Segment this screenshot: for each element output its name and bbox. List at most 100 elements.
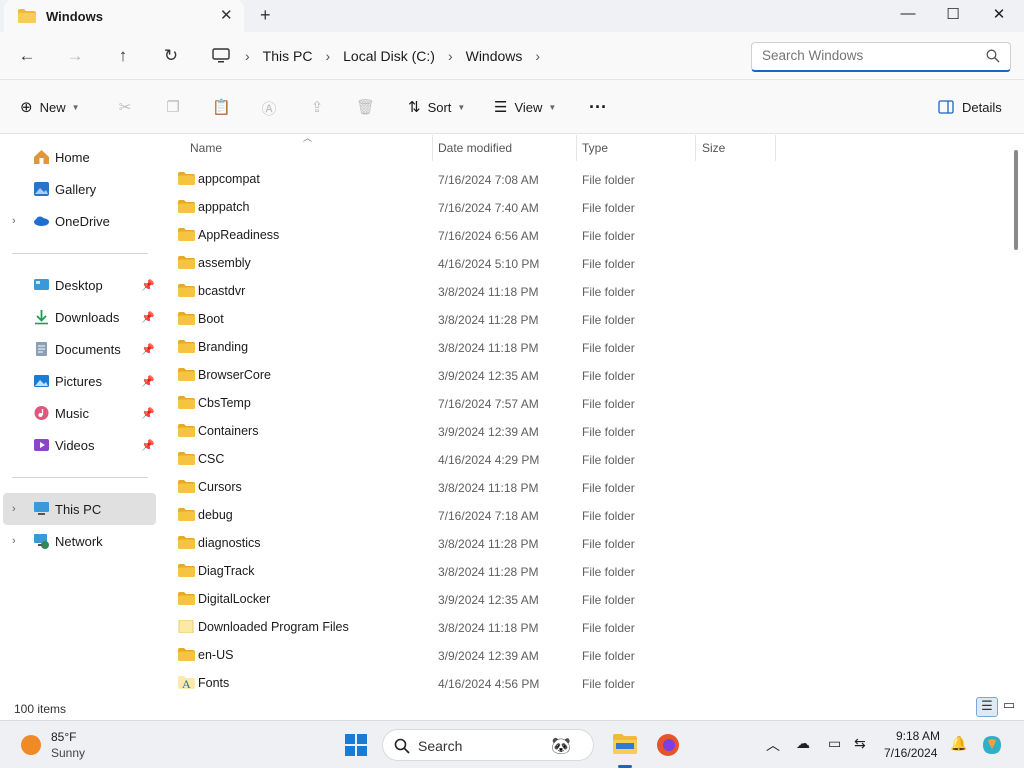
pin-icon[interactable]: 📌 — [141, 343, 155, 356]
table-row[interactable]: CbsTemp 7/16/2024 7:57 AM File folder — [172, 389, 762, 417]
pin-icon[interactable]: 📌 — [141, 407, 155, 420]
file-type: File folder — [582, 481, 635, 495]
pin-icon[interactable]: 📌 — [141, 439, 155, 452]
back-button[interactable]: ← — [16, 46, 38, 68]
delete-icon[interactable]: 🗑 — [356, 98, 375, 116]
share-icon[interactable]: ⇪ — [308, 98, 326, 116]
sidebar-item-videos[interactable]: Videos 📌 — [0, 429, 156, 461]
start-button-icon[interactable] — [344, 733, 368, 757]
table-row[interactable]: BrowserCore 3/9/2024 12:35 AM File folder — [172, 361, 762, 389]
table-row[interactable]: appcompat 7/16/2024 7:08 AM File folder — [172, 165, 762, 193]
tiles-view-button[interactable]: ▭ — [998, 697, 1020, 717]
column-name[interactable]: Name — [190, 141, 222, 155]
sidebar-item-home[interactable]: Home — [0, 141, 156, 173]
table-row[interactable]: bcastdvr 3/8/2024 11:18 PM File folder — [172, 277, 762, 305]
this-pc-icon[interactable] — [212, 48, 230, 64]
table-row[interactable]: en-US 3/9/2024 12:39 AM File folder — [172, 641, 762, 669]
sidebar-item-documents[interactable]: Documents 📌 — [0, 333, 156, 365]
chevron-right-icon[interactable]: › — [325, 48, 330, 64]
table-row[interactable]: A Fonts 4/16/2024 4:56 PM File folder — [172, 669, 762, 697]
details-pane-icon — [938, 100, 954, 114]
chevron-right-icon[interactable]: › — [12, 215, 16, 227]
new-button[interactable]: ⊕ New ▼ — [20, 96, 80, 118]
chevron-right-icon[interactable]: › — [12, 535, 16, 547]
cut-icon[interactable]: ✂ — [116, 98, 134, 116]
breadcrumb-this-pc[interactable]: This PC — [263, 48, 313, 64]
rename-icon[interactable]: Ⓐ — [260, 98, 278, 118]
search-input[interactable] — [762, 48, 982, 63]
column-size[interactable]: Size — [702, 141, 725, 155]
breadcrumb-local-disk[interactable]: Local Disk (C:) — [343, 48, 435, 64]
tab-close-icon[interactable]: ✕ — [220, 6, 233, 24]
breadcrumb-windows[interactable]: Windows — [466, 48, 523, 64]
new-tab-button[interactable]: + — [260, 5, 271, 26]
column-divider[interactable] — [576, 135, 577, 161]
table-row[interactable]: Boot 3/8/2024 11:28 PM File folder — [172, 305, 762, 333]
table-row[interactable]: CSC 4/16/2024 4:29 PM File folder — [172, 445, 762, 473]
copy-icon[interactable]: ❐ — [164, 98, 182, 116]
refresh-button[interactable]: ↻ — [160, 46, 182, 68]
chevron-right-icon[interactable]: › — [535, 48, 540, 64]
sidebar-item-onedrive[interactable]: › OneDrive — [0, 205, 156, 237]
paste-icon[interactable]: 📋 — [212, 98, 231, 116]
address-bar: ← → ↑ ↻ › This PC › Local Disk (C:) › Wi… — [0, 32, 1024, 80]
column-type[interactable]: Type — [582, 141, 608, 155]
pin-icon[interactable]: 📌 — [141, 279, 155, 292]
table-row[interactable]: Downloaded Program Files 3/8/2024 11:18 P… — [172, 613, 762, 641]
file-date-modified: 3/9/2024 12:35 AM — [438, 593, 539, 607]
table-row[interactable]: apppatch 7/16/2024 7:40 AM File folder — [172, 193, 762, 221]
gallery-icon — [34, 182, 49, 196]
chevron-right-icon[interactable]: › — [12, 503, 16, 515]
table-row[interactable]: DigitalLocker 3/9/2024 12:35 AM File folde… — [172, 585, 762, 613]
table-row[interactable]: Cursors 3/8/2024 11:18 PM File folder — [172, 473, 762, 501]
table-row[interactable]: DiagTrack 3/8/2024 11:28 PM File folder — [172, 557, 762, 585]
up-button[interactable]: ↑ — [112, 46, 134, 68]
sidebar-item-desktop[interactable]: Desktop 📌 — [0, 269, 156, 301]
table-row[interactable]: assembly 4/16/2024 5:10 PM File folder — [172, 249, 762, 277]
sort-button[interactable]: ⇅ Sort ▼ — [408, 96, 465, 118]
vertical-scrollbar[interactable] — [1014, 150, 1018, 250]
copilot-icon[interactable] — [980, 733, 1004, 757]
sidebar-item-music[interactable]: Music 📌 — [0, 397, 156, 429]
notifications-bell-icon[interactable]: 🔔 — [950, 735, 967, 752]
sidebar-item-network[interactable]: › Network — [0, 525, 156, 557]
file-explorer-icon[interactable] — [612, 733, 638, 755]
sidebar-item-gallery[interactable]: Gallery — [0, 173, 156, 205]
display-icon[interactable]: ▭ — [828, 735, 841, 752]
firefox-icon[interactable] — [656, 733, 680, 757]
sidebar-item-pictures[interactable]: Pictures 📌 — [0, 365, 156, 397]
minimize-button[interactable]: — — [893, 5, 923, 22]
column-date-modified[interactable]: Date modified — [438, 141, 512, 155]
pin-icon[interactable]: 📌 — [141, 311, 155, 324]
file-name: DigitalLocker — [198, 592, 271, 606]
chevron-up-icon[interactable]: ︿ — [766, 735, 780, 755]
cloud-offline-icon[interactable]: ☁ — [796, 735, 810, 752]
close-window-button[interactable]: ✕ — [984, 5, 1014, 23]
maximize-button[interactable]: ☐ — [938, 5, 968, 23]
taskbar-search[interactable]: Search 🐼 — [382, 729, 594, 761]
chevron-right-icon[interactable]: › — [245, 48, 250, 64]
forward-button[interactable]: → — [64, 46, 86, 68]
view-button[interactable]: ☰ View ▼ — [494, 96, 556, 118]
search-box[interactable] — [751, 42, 1011, 72]
table-row[interactable]: AppReadiness 7/16/2024 6:56 AM File folder — [172, 221, 762, 249]
details-view-button[interactable]: ☰ — [976, 697, 998, 717]
details-label: Details — [962, 99, 1002, 115]
language-icon[interactable]: ⇆ — [854, 735, 866, 752]
table-row[interactable]: debug 7/16/2024 7:18 AM File folder — [172, 501, 762, 529]
table-row[interactable]: Branding 3/8/2024 11:18 PM File folder — [172, 333, 762, 361]
chevron-right-icon[interactable]: › — [448, 48, 453, 64]
column-divider[interactable] — [695, 135, 696, 161]
documents-icon — [36, 342, 47, 356]
column-divider[interactable] — [432, 135, 433, 161]
details-button[interactable]: Details — [938, 96, 1002, 118]
sidebar-item-downloads[interactable]: Downloads 📌 — [0, 301, 156, 333]
tab-windows[interactable]: Windows ✕ — [4, 0, 244, 33]
more-options-button[interactable]: ··· — [589, 96, 607, 118]
sidebar-item-this-pc[interactable]: › This PC — [3, 493, 156, 525]
pin-icon[interactable]: 📌 — [141, 375, 155, 388]
file-type: File folder — [582, 425, 635, 439]
table-row[interactable]: diagnostics 3/8/2024 11:28 PM File folder — [172, 529, 762, 557]
table-row[interactable]: Containers 3/9/2024 12:39 AM File folder — [172, 417, 762, 445]
column-divider[interactable] — [775, 135, 776, 161]
